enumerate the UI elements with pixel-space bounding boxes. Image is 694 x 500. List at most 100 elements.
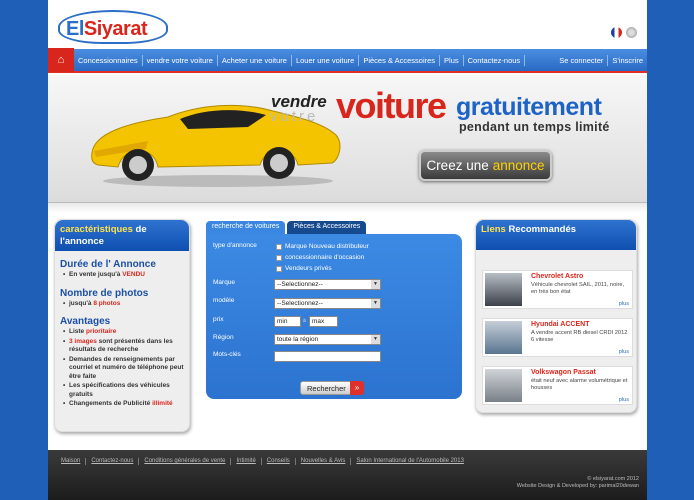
checkbox-private[interactable]: Vendeurs privés bbox=[276, 265, 332, 272]
copyright-text: © elsiyarat.com 2012 bbox=[587, 476, 639, 482]
item-highlight: VENDU bbox=[122, 271, 145, 278]
car-thumbnail[interactable] bbox=[485, 273, 522, 306]
search-button[interactable]: Rechercher » bbox=[300, 381, 364, 395]
item-name[interactable]: Volkswagon Passat bbox=[531, 369, 596, 376]
checkbox-label: concessionnaire d'occasion bbox=[285, 254, 365, 261]
features-title: caractéristiques de l'annonce bbox=[55, 220, 189, 251]
checkbox-new-dealer[interactable]: Marque Nouveau distributeur bbox=[276, 243, 369, 250]
french-flag-icon[interactable] bbox=[611, 27, 622, 38]
footer-link-news[interactable]: Nouvelles & Avis bbox=[296, 458, 352, 465]
search-panel: recherche de voitures Pièces & Accessoir… bbox=[206, 221, 462, 399]
checkbox-box[interactable] bbox=[276, 265, 282, 272]
checkbox-label: Vendeurs privés bbox=[285, 265, 332, 272]
type-label: type d'annonce bbox=[213, 242, 257, 249]
nav-plus[interactable]: Plus bbox=[440, 54, 464, 66]
footer-link-home[interactable]: Maison bbox=[56, 458, 87, 465]
item-more-link[interactable]: plus bbox=[619, 349, 629, 355]
item-text: En vente jusqu'à bbox=[69, 271, 123, 278]
price-min-input[interactable]: min bbox=[274, 316, 301, 327]
list-item: En vente jusqu'à VENDU bbox=[55, 271, 189, 280]
item-desc: était neuf avec alarme volumétrique et h… bbox=[531, 378, 628, 391]
item-highlight: 3 images bbox=[69, 337, 97, 345]
item-name[interactable]: Chevrolet Astro bbox=[531, 273, 583, 280]
cta-text: Creez une bbox=[426, 158, 489, 173]
item-desc: Véhicule chevrolet SAIL, 2011, noire, en… bbox=[531, 282, 625, 295]
footer-link-tips[interactable]: Conseils bbox=[262, 458, 296, 465]
marque-select[interactable]: --Selectionnez-- bbox=[274, 279, 381, 290]
home-icon[interactable]: ⌂ bbox=[48, 48, 74, 72]
create-ad-button[interactable]: Creez une annonce bbox=[419, 150, 552, 181]
banner-big: voiture bbox=[336, 85, 447, 126]
item-more-link[interactable]: plus bbox=[619, 397, 629, 403]
recommended-item[interactable]: Volkswagon Passat était neuf avec alarme… bbox=[482, 366, 633, 405]
item-highlight: prioritaire bbox=[85, 328, 117, 335]
item-highlight: illimité bbox=[152, 400, 173, 407]
language-switcher bbox=[611, 27, 637, 38]
nav-pieces[interactable]: Pièces & Accessoires bbox=[359, 54, 441, 66]
price-to-label: à bbox=[303, 318, 306, 324]
page: ElSiyarat ⌂ Concessionnaires vendre votr… bbox=[48, 0, 647, 500]
banner-line2: votre bbox=[270, 108, 319, 125]
recommended-title-hl: Liens bbox=[481, 224, 506, 235]
checkbox-used-dealer[interactable]: concessionnaire d'occasion bbox=[276, 254, 364, 261]
modele-label: modèle bbox=[213, 297, 235, 304]
region-label: Région bbox=[213, 334, 234, 341]
search-button-label: Rechercher bbox=[307, 383, 346, 393]
footer-link-salon[interactable]: Salon International de l'Automobile 2013 bbox=[351, 458, 469, 465]
logo-part1: El bbox=[66, 18, 84, 40]
recommended-title: Liens Recommandés bbox=[476, 220, 636, 250]
footer-link-contact[interactable]: Contactez-nous bbox=[86, 458, 140, 465]
item-desc: A vendre accent RB diesel CRDI 2012 6 vi… bbox=[531, 330, 628, 343]
item-more-link[interactable]: plus bbox=[619, 301, 629, 307]
footer-link-privacy[interactable]: Intimité bbox=[231, 458, 262, 465]
banner-blue: gratuitement bbox=[456, 93, 602, 121]
footer: Maison Contactez-nous Conditions général… bbox=[48, 450, 647, 500]
ad-features-panel: caractéristiques de l'annonce Durée de l… bbox=[54, 219, 190, 432]
keywords-input[interactable] bbox=[274, 351, 381, 362]
footer-link-terms[interactable]: Conditions générales de vente bbox=[139, 458, 232, 465]
list-item: Les spécifications des véhicules gratuit… bbox=[55, 382, 189, 399]
tab-parts[interactable]: Pièces & Accessoires bbox=[287, 221, 367, 234]
arabic-flag-icon[interactable] bbox=[626, 27, 637, 38]
region-select[interactable]: toute la région bbox=[274, 334, 381, 345]
banner-shadow bbox=[48, 203, 647, 213]
search-form: type d'annonce Marque Nouveau distribute… bbox=[206, 234, 462, 399]
item-text: Changements de Publicité bbox=[69, 400, 153, 407]
list-item: Demandes de renseignements par courriel … bbox=[55, 356, 189, 382]
nav-concessionnaires[interactable]: Concessionnaires bbox=[74, 54, 143, 66]
marque-label: Marque bbox=[213, 279, 236, 286]
cta-highlight: annonce bbox=[492, 158, 545, 173]
car-thumbnail[interactable] bbox=[485, 321, 522, 354]
logo-part2: Siyarat bbox=[83, 18, 148, 40]
login-link[interactable]: Se connecter bbox=[555, 54, 609, 66]
nav-vendre[interactable]: vendre votre voiture bbox=[143, 54, 218, 66]
item-name[interactable]: Hyundai ACCENT bbox=[531, 321, 589, 328]
checkbox-label: Marque Nouveau distributeur bbox=[285, 243, 369, 250]
banner-sub: pendant un temps limité bbox=[459, 120, 610, 134]
recommended-item[interactable]: Hyundai ACCENT A vendre accent RB diesel… bbox=[482, 318, 633, 357]
list-item: Changements de Publicité illimité bbox=[55, 400, 189, 409]
tab-car-search[interactable]: recherche de voitures bbox=[206, 221, 286, 234]
site-logo[interactable]: ElSiyarat bbox=[58, 10, 168, 44]
checkbox-box[interactable] bbox=[276, 254, 282, 261]
checkbox-box[interactable] bbox=[276, 243, 282, 250]
register-link[interactable]: S'inscrire bbox=[608, 55, 647, 66]
section-heading: Avantages bbox=[60, 316, 111, 327]
section-heading: Nombre de photos bbox=[60, 287, 149, 299]
list-item: 3 images sont présentés dans les résulta… bbox=[55, 338, 189, 355]
copyright: © elsiyarat.com 2012 Website Design & De… bbox=[517, 476, 639, 490]
hero-banner: vendre votre voiture gratuitement pendan… bbox=[48, 75, 647, 203]
price-max-input[interactable]: max bbox=[309, 316, 338, 327]
main-nav: ⌂ Concessionnaires vendre votre voiture … bbox=[48, 48, 647, 73]
recommended-panel: Liens Recommandés Chevrolet Astro Véhicu… bbox=[475, 219, 637, 413]
car-thumbnail[interactable] bbox=[485, 369, 522, 402]
nav-acheter[interactable]: Acheter une voiture bbox=[218, 54, 292, 66]
recommended-item[interactable]: Chevrolet Astro Véhicule chevrolet SAIL,… bbox=[482, 270, 633, 309]
recommended-title-rest: Recommandés bbox=[508, 224, 577, 235]
nav-contact[interactable]: Contactez-nous bbox=[464, 54, 526, 66]
list-item: jusqu'à 8 photos bbox=[55, 300, 189, 309]
modele-select[interactable]: --Selectionnez-- bbox=[274, 298, 381, 309]
item-text: Liste bbox=[69, 328, 86, 335]
nav-louer[interactable]: Louer une voiture bbox=[292, 54, 360, 66]
double-chevron-right-icon: » bbox=[350, 381, 364, 395]
